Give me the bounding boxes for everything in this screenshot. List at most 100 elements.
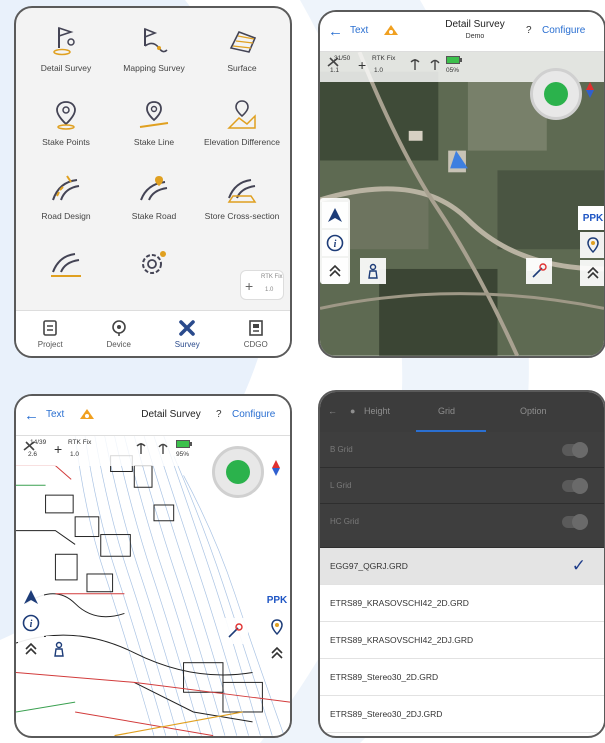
stake-point-icon	[56, 101, 76, 130]
text-button[interactable]: Text	[46, 409, 64, 420]
chevron-up-double-icon	[25, 642, 37, 655]
cross-section-icon	[227, 179, 257, 203]
pole-icon	[54, 641, 64, 657]
stake-tool-icon	[228, 623, 243, 638]
switch-knob	[572, 442, 588, 458]
info-button[interactable]: i	[322, 230, 348, 256]
text-button[interactable]: Text	[350, 25, 368, 36]
compass-icon[interactable]	[586, 82, 594, 98]
app-stake-line[interactable]: Stake Line	[110, 90, 198, 164]
chevron-up-double-icon	[587, 266, 599, 279]
nav-survey[interactable]: Survey	[153, 311, 222, 356]
surface-icon	[229, 30, 257, 53]
expand-up-button[interactable]	[18, 636, 44, 662]
back-arrow-icon[interactable]: ←	[328, 406, 337, 416]
compass-icon[interactable]	[272, 460, 280, 476]
project-icon	[43, 319, 58, 336]
gnss-fix-button[interactable]	[212, 446, 264, 498]
rtk-mini-solution: RTK Fix	[261, 274, 283, 280]
back-arrow-icon[interactable]: ←	[24, 407, 39, 424]
nav-label: CDGO	[243, 339, 268, 349]
point-button[interactable]	[580, 232, 604, 258]
grid-file-item[interactable]: EGG97_QGRJ.GRD ✓	[320, 548, 604, 585]
nav-project[interactable]: Project	[16, 311, 85, 356]
tab-grid[interactable]: Grid	[438, 406, 455, 416]
radio-link-icon	[430, 59, 440, 70]
help-button[interactable]: ?	[216, 409, 222, 420]
stake-tool-button[interactable]	[222, 618, 248, 644]
north-arrow-button[interactable]	[322, 202, 348, 228]
app-label: Stake Road	[131, 211, 177, 221]
app-store-cross-section[interactable]: Store Cross-section	[198, 164, 286, 238]
north-arrow-icon	[24, 590, 38, 604]
north-arrow-button[interactable]	[18, 584, 44, 610]
checkmark-icon: ✓	[571, 556, 586, 575]
satellite-pdop: 2.6	[28, 451, 38, 458]
svg-text:i: i	[334, 239, 337, 250]
stake-line-icon	[139, 101, 169, 128]
road-design-icon	[52, 175, 80, 201]
solution-status: RTK Fix	[372, 55, 396, 62]
grid-file-item[interactable]: ETRS89_KRASOVSCHI42_2D.GRD	[320, 585, 604, 622]
grid-file-item[interactable]: ETRS89_KRASOVSCHI42_2DJ.GRD	[320, 622, 604, 659]
gnss-fix-button[interactable]	[530, 68, 582, 120]
nav-cdgo[interactable]: CDGO	[222, 311, 291, 356]
app-elevation-difference[interactable]: Elevation Difference	[198, 90, 286, 164]
expand-up-right-button[interactable]	[264, 640, 290, 666]
app-label: Road Design	[41, 211, 91, 221]
ppk-button[interactable]: PPK	[578, 206, 604, 230]
app-road-design[interactable]: Road Design	[22, 164, 110, 238]
rtk-status-chip[interactable]: + RTK Fix 1.0	[240, 270, 284, 300]
tab-option[interactable]: Option	[520, 406, 547, 416]
grid-file-item[interactable]: ETRS89_Stereo30_2D.GRD	[320, 659, 604, 696]
settings-tab-bar: ← ● Height Grid Option	[320, 392, 604, 432]
project-subtitle: Demo	[465, 33, 485, 40]
configure-button[interactable]: Configure	[232, 409, 275, 420]
pole-height-button[interactable]	[360, 258, 386, 284]
grid-file-item[interactable]: ETRS89_Stereo30_2DJ.GRD	[320, 696, 604, 733]
hc-grid-switch[interactable]	[562, 514, 588, 530]
back-arrow-icon[interactable]: ←	[328, 23, 343, 40]
ppk-button[interactable]: PPK	[262, 588, 290, 612]
app-detail-survey[interactable]: Detail Survey	[22, 16, 110, 90]
app-settings[interactable]	[110, 238, 198, 312]
b-grid-switch[interactable]	[562, 442, 588, 458]
help-button[interactable]: ?	[526, 25, 532, 36]
toggle-label: B Grid	[330, 445, 353, 454]
app-label: Stake Points	[42, 137, 90, 147]
l-grid-switch[interactable]	[562, 478, 588, 494]
tilt-mode-icon[interactable]	[382, 23, 400, 37]
app-mapping-survey[interactable]: Mapping Survey	[110, 16, 198, 90]
app-surface[interactable]: Surface	[198, 16, 286, 90]
stake-tool-icon	[532, 263, 547, 278]
expand-up-right-button[interactable]	[580, 260, 604, 286]
flag-point-icon	[53, 26, 75, 56]
app-label: Detail Survey	[40, 63, 92, 73]
bottom-nav: Project Device Survey CDGO	[16, 310, 290, 356]
pole-height-button[interactable]	[46, 636, 72, 662]
cdgo-icon	[248, 319, 263, 336]
tilt-mode-icon[interactable]	[78, 407, 96, 421]
switch-knob	[572, 514, 588, 530]
nav-label: Device	[106, 339, 131, 349]
tab-height[interactable]: Height	[364, 406, 390, 416]
grid-file-panel: ← ● Height Grid Option B Grid L Grid HC …	[318, 390, 605, 738]
app-stake-points[interactable]: Stake Points	[22, 90, 110, 164]
stake-tool-button[interactable]	[526, 258, 552, 284]
nav-label: Project	[37, 339, 63, 349]
info-button[interactable]: i	[18, 610, 44, 636]
satellite-survey-panel: ← Text Detail Survey Demo ? Configure 31…	[318, 10, 605, 358]
home-screen-panel: Detail Survey Mapping Survey Surface Sta…	[14, 6, 292, 358]
point-button[interactable]	[264, 614, 290, 640]
fix-status-dot	[226, 460, 250, 484]
page-title: Detail Survey	[445, 19, 505, 30]
app-road-tool[interactable]	[22, 238, 110, 312]
configure-button[interactable]: Configure	[542, 25, 585, 36]
battery-level: 05%	[446, 67, 460, 74]
grid-file-name: EGG97_QGRJ.GRD	[330, 561, 408, 571]
app-stake-road[interactable]: Stake Road	[110, 164, 198, 238]
solution-accuracy: 1.0	[70, 451, 80, 458]
nav-device[interactable]: Device	[85, 311, 154, 356]
expand-up-button[interactable]	[322, 258, 348, 284]
base-station-icon	[410, 59, 420, 70]
